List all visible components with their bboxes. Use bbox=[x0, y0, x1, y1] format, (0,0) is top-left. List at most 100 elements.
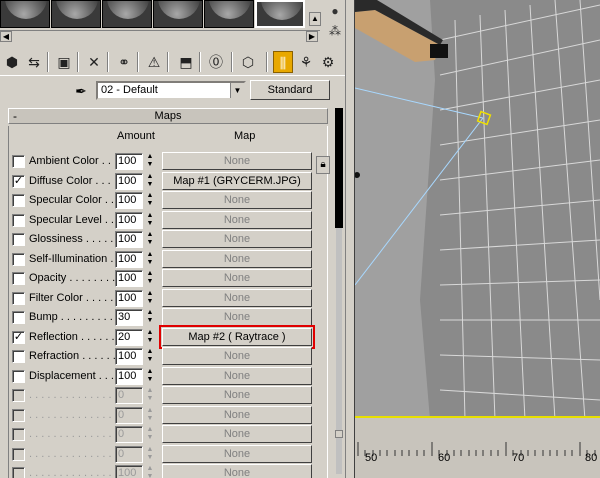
lock-icon[interactable]: 🔒︎ bbox=[316, 156, 330, 174]
slots-scroll-up-icon[interactable]: ▲ bbox=[309, 12, 321, 26]
sample-slot[interactable] bbox=[0, 0, 50, 28]
map-enable-checkbox[interactable] bbox=[12, 155, 25, 168]
reset-map-icon[interactable]: ✕ bbox=[84, 51, 104, 73]
map-enable-checkbox[interactable] bbox=[12, 194, 25, 207]
map-slot-button[interactable]: None bbox=[162, 288, 312, 307]
viewport-scene bbox=[355, 0, 600, 478]
map-slot-button[interactable]: Map #1 (GRYCERM.JPG) bbox=[162, 171, 312, 190]
slots-horizontal-scrollbar[interactable]: ◀ ▶ bbox=[0, 30, 320, 42]
scroll-grip[interactable] bbox=[335, 430, 343, 438]
chevron-down-icon[interactable]: ▼ bbox=[230, 83, 244, 98]
map-channel-label: Diffuse Color . . . bbox=[29, 174, 111, 187]
put-to-scene-icon[interactable]: ⇆ bbox=[24, 51, 44, 73]
assign-to-selection-icon[interactable]: ▣ bbox=[54, 51, 74, 73]
toolbar-separator bbox=[77, 52, 79, 72]
amount-spinner-icon[interactable]: ▲ ▼ bbox=[145, 329, 155, 346]
show-map-in-viewport-icon[interactable]: ⓪ bbox=[206, 51, 226, 73]
sample-slot-active[interactable] bbox=[255, 0, 305, 28]
map-enable-checkbox[interactable] bbox=[12, 291, 25, 305]
amount-spinner-icon[interactable]: ▲ ▼ bbox=[145, 368, 155, 385]
backlight-icon[interactable]: ⁂ bbox=[328, 24, 342, 38]
map-amount-field[interactable]: 100 bbox=[115, 367, 143, 385]
amount-spinner-icon[interactable]: ▲ ▼ bbox=[145, 348, 155, 365]
map-amount-field[interactable]: 100 bbox=[115, 211, 143, 229]
get-material-icon[interactable]: ⬢ bbox=[2, 51, 22, 73]
make-unique-icon[interactable]: ⚭ bbox=[114, 51, 134, 73]
map-amount-field[interactable]: 100 bbox=[115, 289, 143, 307]
amount-spinner-icon[interactable]: ▲ ▼ bbox=[145, 231, 155, 248]
map-amount-field[interactable]: 100 bbox=[115, 153, 143, 170]
pick-material-icon[interactable]: ⚙ bbox=[318, 51, 338, 73]
show-end-result-icon[interactable]: ⬡ bbox=[238, 51, 258, 73]
go-forward-to-sibling-icon[interactable]: ⚘ bbox=[296, 51, 316, 73]
sample-slot[interactable] bbox=[204, 0, 254, 28]
map-slot-button[interactable]: None bbox=[162, 210, 312, 229]
map-slot-button[interactable]: None bbox=[162, 152, 312, 170]
sample-slot[interactable] bbox=[102, 0, 152, 28]
map-amount-field[interactable]: 100 bbox=[115, 192, 143, 209]
amount-spinner-icon[interactable]: ▲ ▼ bbox=[145, 173, 155, 190]
map-enable-checkbox[interactable] bbox=[12, 233, 25, 246]
put-to-library-icon[interactable]: ⚠ bbox=[144, 51, 164, 73]
amount-spinner-icon[interactable]: ▲ ▼ bbox=[145, 270, 155, 287]
amount-column-header: Amount bbox=[117, 130, 155, 142]
map-amount-field[interactable]: 30 bbox=[115, 309, 143, 326]
map-row: Self-Illumination . . 100 ▲ ▼ None bbox=[10, 249, 315, 269]
map-enable-checkbox[interactable] bbox=[12, 213, 25, 227]
pick-from-object-icon[interactable]: ✒ bbox=[72, 82, 90, 100]
scroll-left-icon[interactable]: ◀ bbox=[0, 31, 12, 42]
map-slot-button[interactable]: None bbox=[162, 230, 312, 248]
amount-spinner-icon[interactable]: ▲ ▼ bbox=[145, 309, 155, 326]
map-row: Ambient Color . . . 100 ▲ ▼ None bbox=[10, 152, 315, 171]
scroll-thumb[interactable] bbox=[335, 108, 343, 228]
map-slot-button[interactable]: None bbox=[162, 308, 312, 326]
sample-slot[interactable] bbox=[153, 0, 203, 28]
map-channel-label: . . . . . . . . . . . . . . bbox=[29, 389, 112, 401]
toolbar-separator bbox=[47, 52, 49, 72]
map-slot-button[interactable]: Map #2 ( Raytrace ) bbox=[159, 324, 315, 349]
scroll-right-icon[interactable]: ▶ bbox=[306, 31, 318, 42]
sample-slot[interactable] bbox=[51, 0, 101, 28]
material-name-field[interactable]: 02 - Default ▼ bbox=[96, 81, 246, 100]
material-type-button[interactable]: Standard bbox=[250, 80, 330, 100]
map-enable-checkbox[interactable] bbox=[12, 350, 25, 363]
panel-divider[interactable] bbox=[345, 0, 355, 478]
map-amount-field[interactable]: 100 bbox=[115, 250, 143, 268]
map-amount-field[interactable]: 100 bbox=[115, 348, 143, 365]
map-enable-checkbox[interactable] bbox=[12, 252, 25, 266]
timeline-ruler[interactable]: 50 60 70 80 bbox=[355, 416, 600, 478]
map-enable-checkbox[interactable]: ✓ bbox=[12, 174, 25, 188]
amount-spinner-icon[interactable]: ▲ ▼ bbox=[145, 212, 155, 229]
amount-spinner-icon[interactable]: ▲ ▼ bbox=[145, 192, 155, 209]
toolbar-separator bbox=[266, 52, 268, 72]
map-slot-button[interactable]: None bbox=[162, 191, 312, 209]
map-amount-field[interactable]: 100 bbox=[115, 172, 143, 190]
map-row: . . . . . . . . . . . . . . 0 ▲ ▼ None bbox=[10, 425, 315, 444]
map-amount-field[interactable]: 20 bbox=[115, 328, 143, 346]
map-slot-button[interactable]: None bbox=[162, 249, 312, 268]
go-to-parent-icon[interactable]: ⫼ bbox=[273, 51, 293, 73]
map-enable-checkbox[interactable] bbox=[12, 369, 25, 383]
sample-slots bbox=[0, 0, 310, 30]
map-enable-checkbox[interactable] bbox=[12, 272, 25, 285]
map-slot-button: None bbox=[162, 425, 312, 443]
amount-spinner-icon: ▲ ▼ bbox=[146, 387, 154, 402]
amount-spinner-icon[interactable]: ▲ ▼ bbox=[145, 153, 155, 170]
amount-spinner-icon[interactable]: ▲ ▼ bbox=[145, 251, 155, 268]
map-row: . . . . . . . . . . . . . . 0 ▲ ▼ None bbox=[10, 386, 315, 405]
material-effects-channel-icon[interactable]: ⬒ bbox=[176, 51, 196, 73]
map-slot-button[interactable]: None bbox=[162, 269, 312, 287]
map-amount-field[interactable]: 100 bbox=[115, 231, 143, 248]
amount-spinner-icon[interactable]: ▲ ▼ bbox=[145, 290, 155, 307]
map-channel-label: . . . . . . . . . . . . . . bbox=[29, 408, 112, 421]
map-amount-field[interactable]: 100 bbox=[115, 270, 143, 287]
map-enable-checkbox[interactable]: ✓ bbox=[12, 330, 25, 344]
sample-type-icon[interactable]: ● bbox=[328, 4, 342, 18]
map-slot-button[interactable]: None bbox=[162, 347, 312, 365]
toolbar-separator bbox=[137, 52, 139, 72]
maps-rollout-header[interactable]: - Maps bbox=[8, 108, 328, 124]
rollout-scrollbar[interactable] bbox=[334, 104, 345, 478]
map-slot-button[interactable]: None bbox=[162, 366, 312, 385]
perspective-viewport[interactable] bbox=[355, 0, 600, 478]
map-enable-checkbox[interactable] bbox=[12, 311, 25, 324]
